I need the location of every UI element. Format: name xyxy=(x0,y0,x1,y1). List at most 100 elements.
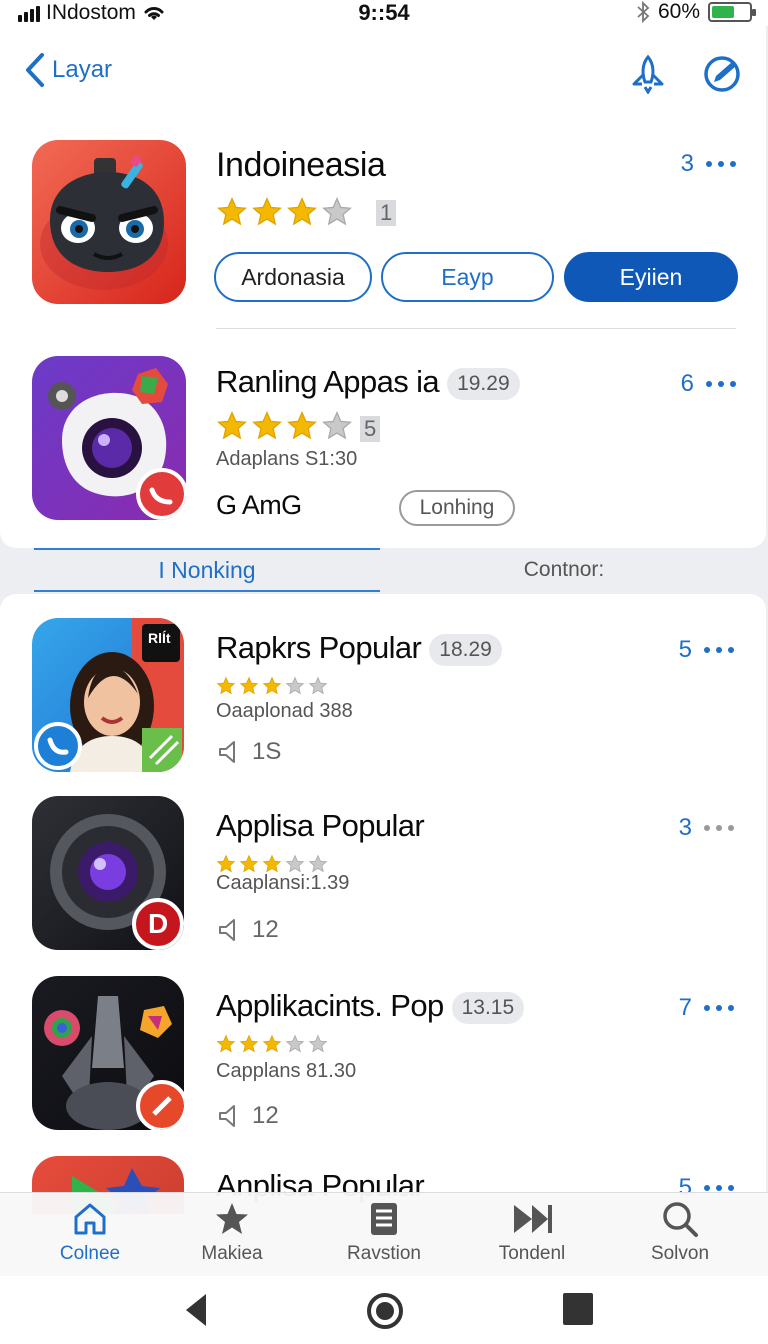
list-title-2[interactable]: Applisa Popular xyxy=(216,808,425,844)
search-icon xyxy=(663,1202,698,1237)
star-icon xyxy=(216,854,236,873)
count-value: 7 xyxy=(678,994,692,1021)
carrier-label: INdostom xyxy=(46,1,136,24)
back-label: Layar xyxy=(52,56,113,83)
signal-icon xyxy=(18,4,40,22)
list-title-3[interactable]: Applikacints. Pop 13.15 xyxy=(216,988,525,1024)
star-icon xyxy=(287,197,317,226)
app-icon-lens[interactable]: D xyxy=(32,796,184,950)
list-meta-2: 12 xyxy=(216,916,279,944)
list-title-1[interactable]: Rapkrs Popular 18.29 xyxy=(216,630,502,666)
star-icon xyxy=(217,197,247,226)
tab-updates[interactable]: Tondenl xyxy=(472,1199,592,1265)
back-button[interactable]: Layar xyxy=(24,52,112,88)
status-bar: INdostom 9::54 60% xyxy=(0,0,768,26)
featured-count-1[interactable]: 3 xyxy=(681,150,736,178)
star-icon xyxy=(217,411,247,440)
tab-search[interactable]: Solvon xyxy=(620,1199,740,1265)
meta-value: 1S xyxy=(252,738,282,765)
battery-percent: 60% xyxy=(657,0,700,23)
star-icon xyxy=(262,1034,282,1053)
bluetooth-icon xyxy=(637,1,650,23)
count-value: 5 xyxy=(678,636,692,663)
filter-pill-3[interactable]: Eyiien xyxy=(564,252,738,302)
list-meta-3: 12 xyxy=(216,1102,279,1130)
star-icon xyxy=(287,411,317,440)
tab-featured[interactable]: Makiea xyxy=(172,1199,292,1265)
more-icon xyxy=(704,1005,734,1011)
speaker-icon xyxy=(219,919,235,941)
title-text: Applikacints. Pop xyxy=(216,988,444,1023)
nav-bar: Layar xyxy=(0,26,768,122)
star-icon xyxy=(252,197,282,226)
tab-label: Solvon xyxy=(650,1243,710,1264)
version-badge: 13.15 xyxy=(451,991,525,1024)
app-icon-camera[interactable] xyxy=(32,356,186,520)
count-value: 3 xyxy=(680,150,694,177)
app-icon-profile[interactable]: RlÍt xyxy=(32,618,184,772)
rating-stars-2 xyxy=(216,410,353,442)
list-count-1[interactable]: 5 xyxy=(679,636,734,664)
meta-value: 12 xyxy=(252,1102,279,1129)
tab-list[interactable]: Ravstion xyxy=(324,1199,444,1265)
recents-square-icon[interactable] xyxy=(562,1292,594,1326)
list-subtitle-2: Caaplansi:1.39 xyxy=(216,872,350,894)
star-icon xyxy=(216,1034,236,1053)
chevron-left-icon xyxy=(26,53,44,87)
speaker-icon xyxy=(219,1105,235,1127)
star-icon xyxy=(308,676,328,695)
star-icon xyxy=(239,676,259,695)
star-icon xyxy=(322,197,352,226)
list-count-3[interactable]: 7 xyxy=(679,994,734,1022)
wifi-icon xyxy=(144,7,164,20)
count-value: 3 xyxy=(678,814,692,841)
tab-bar: Colnee Makiea Ravstion Tondenl Solvon xyxy=(0,1192,768,1276)
featured-title-1[interactable]: Indoineasia xyxy=(216,146,386,185)
compose-icon[interactable] xyxy=(702,54,742,94)
list-icon xyxy=(371,1203,397,1235)
tab-home[interactable]: Colnee xyxy=(30,1199,150,1265)
app-icon-space[interactable] xyxy=(32,976,184,1130)
list-meta-1: 1S xyxy=(216,738,281,766)
home-icon xyxy=(74,1203,106,1235)
featured-count-2[interactable]: 6 xyxy=(681,370,736,398)
segment-control: I Nonking Contnor: xyxy=(0,548,768,594)
home-circle-icon[interactable] xyxy=(366,1292,404,1330)
star-icon xyxy=(216,1203,248,1234)
action-button[interactable]: Lonhing xyxy=(399,490,515,526)
filter-pill-1[interactable]: Ardonasia xyxy=(214,252,372,302)
popular-list: RlÍt Rapkrs Popular 18.29 5 Oaaplonad 388… xyxy=(0,594,766,1214)
rating-label-1: 1 xyxy=(376,200,397,226)
star-icon xyxy=(239,854,259,873)
meta-value: 12 xyxy=(252,916,279,943)
divider xyxy=(216,328,736,329)
segment-inactive[interactable]: Contnor: xyxy=(384,548,744,592)
star-icon xyxy=(239,1034,259,1053)
back-triangle-icon[interactable] xyxy=(182,1292,210,1328)
more-icon xyxy=(704,1185,734,1191)
star-icon xyxy=(252,411,282,440)
star-icon xyxy=(308,854,328,873)
count-value: 6 xyxy=(680,370,694,397)
rocket-icon[interactable] xyxy=(628,54,668,94)
app-icon-robot[interactable] xyxy=(32,140,186,304)
segment-active[interactable]: I Nonking xyxy=(34,548,380,592)
featured-title-2[interactable]: Ranling Appas ia 19.29 xyxy=(216,364,520,400)
rating-stars xyxy=(216,1034,328,1054)
speaker-icon xyxy=(219,741,235,763)
star-icon xyxy=(285,854,305,873)
tab-label: Tondenl xyxy=(498,1243,566,1264)
tab-label: Colnee xyxy=(59,1243,121,1264)
title-text: Rapkrs Popular xyxy=(216,630,422,665)
tab-label: Makiea xyxy=(201,1243,263,1264)
more-icon xyxy=(706,161,736,167)
star-icon xyxy=(262,676,282,695)
list-count-2[interactable]: 3 xyxy=(679,814,734,842)
icon-overlay-text: RlÍt xyxy=(148,630,171,646)
star-icon xyxy=(285,676,305,695)
filter-pill-2[interactable]: Eayp xyxy=(381,252,554,302)
tab-label: Ravstion xyxy=(347,1243,421,1264)
star-icon xyxy=(262,854,282,873)
rating-stars-1 xyxy=(216,196,353,228)
star-icon xyxy=(322,411,352,440)
